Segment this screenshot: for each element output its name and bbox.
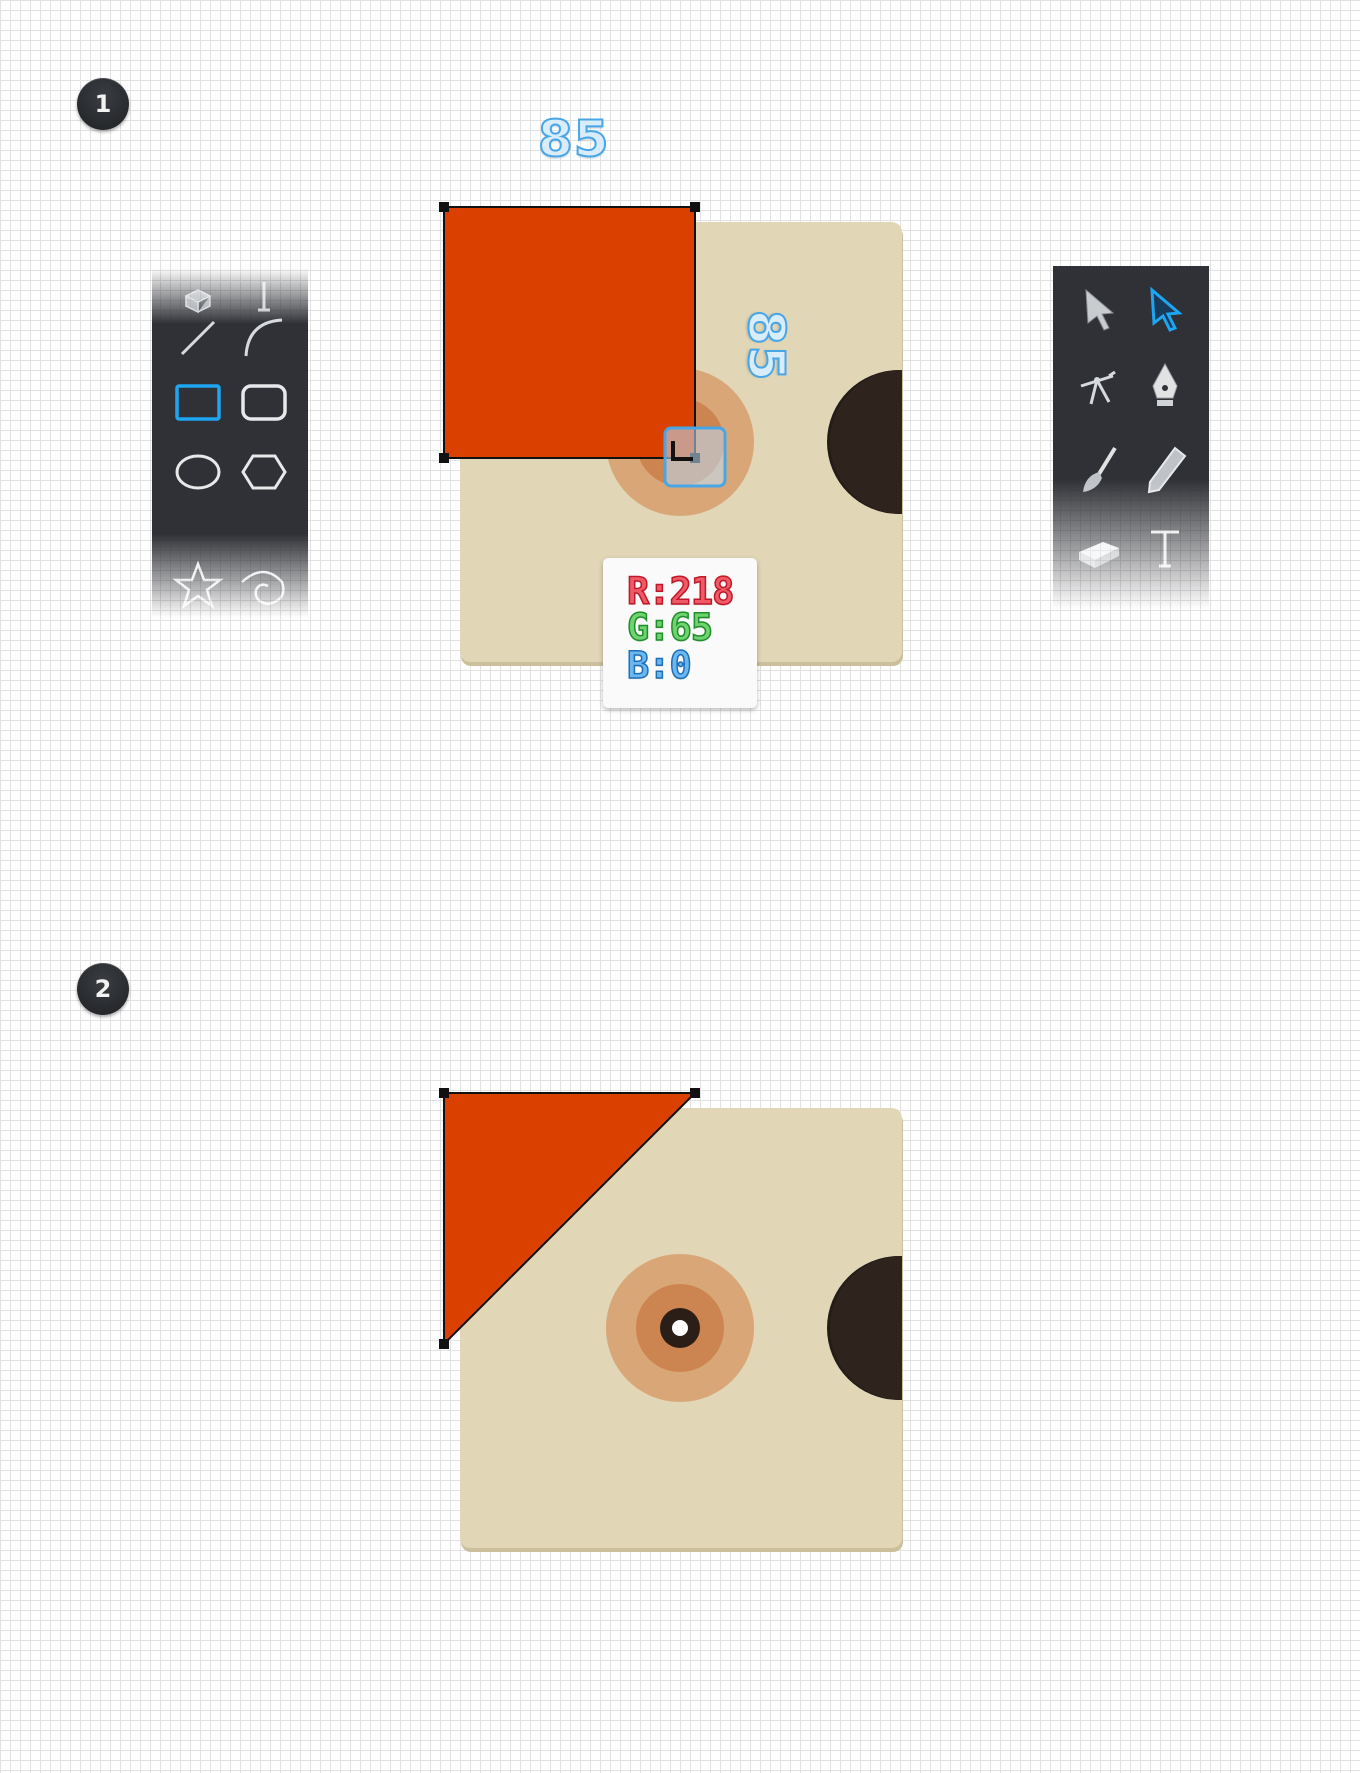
- artwork-canvas: [439, 202, 903, 1552]
- width-dimension-label: 85: [537, 109, 610, 169]
- height-dimension-label: 85: [736, 309, 796, 383]
- step-2-artwork: [439, 1088, 903, 1552]
- anchor-point[interactable]: [439, 1339, 449, 1349]
- anchor-point[interactable]: [690, 1088, 700, 1098]
- anchor-point[interactable]: [439, 202, 449, 212]
- orange-square[interactable]: [443, 206, 696, 459]
- anchor-point[interactable]: [439, 453, 449, 463]
- color-values-card: R:218 G:65 B:0: [603, 558, 757, 708]
- corner-anchor-cursor: [663, 426, 727, 488]
- anchor-point[interactable]: [439, 1088, 449, 1098]
- blue-value: B:0: [626, 643, 692, 688]
- anchor-point[interactable]: [690, 202, 700, 212]
- green-value: G:65: [626, 605, 714, 650]
- disc-spindle-hole: [672, 1320, 688, 1336]
